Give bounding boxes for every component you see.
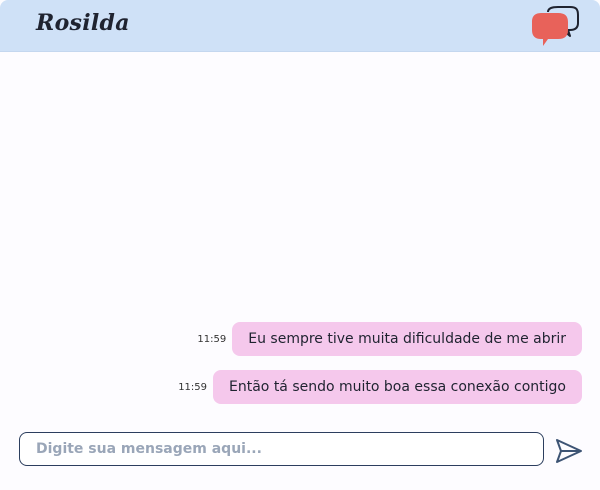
message-time: 11:59 xyxy=(178,381,208,393)
message-input-wrapper xyxy=(19,432,544,466)
message-row: 11:59 Então tá sendo muito boa essa cone… xyxy=(178,370,582,404)
message-bubble: Eu sempre tive muita dificuldade de me a… xyxy=(232,322,582,356)
chat-header: Rosilda xyxy=(0,0,600,52)
chat-window: Rosilda 11:59 Eu sempre tive muita dific… xyxy=(0,0,600,490)
chat-bubbles-icon xyxy=(532,6,579,46)
message-input[interactable] xyxy=(20,433,543,465)
send-icon xyxy=(556,439,582,463)
message-bubble: Então tá sendo muito boa essa conexão co… xyxy=(213,370,582,404)
message-row: 11:59 Eu sempre tive muita dificuldade d… xyxy=(197,322,582,356)
message-time: 11:59 xyxy=(197,333,227,345)
message-list: 11:59 Eu sempre tive muita dificuldade d… xyxy=(0,52,600,422)
send-button[interactable] xyxy=(554,436,584,466)
contact-name: Rosilda xyxy=(36,10,130,36)
